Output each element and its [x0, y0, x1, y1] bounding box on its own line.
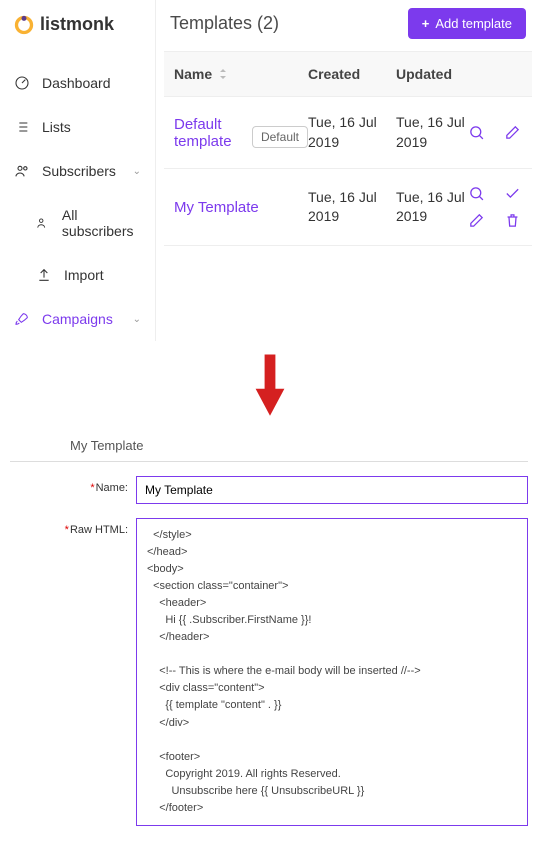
template-name-link[interactable]: My Template	[174, 199, 259, 216]
page-title: Templates (2)	[170, 13, 279, 34]
created-date: Tue, 16 Jul 2019	[308, 113, 396, 152]
sidebar-item-label: All subscribers	[62, 207, 141, 239]
sidebar: listmonk Dashboard Lists Subscribers ⌄	[0, 0, 155, 341]
sidebar-item-lists[interactable]: Lists	[0, 105, 155, 149]
raw-html-label: *Raw HTML:	[62, 518, 128, 536]
sidebar-item-campaigns[interactable]: Campaigns ⌄	[0, 297, 155, 341]
list-icon	[14, 119, 30, 135]
sidebar-item-label: Import	[64, 267, 104, 283]
chevron-icon: ⌄	[133, 314, 141, 325]
name-input[interactable]	[136, 476, 528, 504]
raw-html-textarea[interactable]	[136, 518, 528, 826]
template-name-link[interactable]: Default template	[174, 116, 252, 150]
sidebar-item-subscribers[interactable]: Subscribers ⌄	[0, 149, 155, 193]
sidebar-item-label: Lists	[42, 119, 71, 135]
add-template-button[interactable]: + Add template	[408, 8, 526, 39]
delete-icon[interactable]	[504, 212, 521, 229]
sidebar-item-dashboard[interactable]: Dashboard	[0, 61, 155, 105]
brand-logo: listmonk	[0, 8, 155, 41]
sort-icon	[218, 69, 228, 79]
set-default-icon[interactable]	[504, 185, 521, 202]
upload-icon	[36, 267, 52, 283]
gauge-icon	[14, 75, 30, 91]
plus-icon: +	[422, 16, 430, 31]
created-date: Tue, 16 Jul 2019	[308, 188, 396, 227]
annotation-arrow	[0, 341, 540, 428]
add-button-label: Add template	[435, 16, 512, 31]
edit-icon[interactable]	[468, 212, 485, 229]
preview-icon[interactable]	[468, 124, 485, 141]
people-icon	[36, 215, 50, 231]
sidebar-item-all-subscribers[interactable]: All subscribers	[0, 193, 155, 253]
sidebar-item-label: Campaigns	[42, 311, 113, 327]
sidebar-item-label: Dashboard	[42, 75, 111, 91]
name-label: *Name:	[62, 476, 128, 494]
people-icon	[14, 163, 30, 179]
updated-date: Tue, 16 Jul 2019	[396, 113, 468, 152]
preview-icon[interactable]	[468, 185, 485, 202]
rocket-icon	[14, 311, 30, 327]
edit-icon[interactable]	[504, 124, 521, 141]
editor-title: My Template	[70, 432, 528, 459]
listmonk-icon	[14, 15, 34, 35]
main-content: Templates (2) + Add template Name Create…	[155, 0, 540, 341]
column-name[interactable]: Name	[170, 66, 308, 82]
updated-date: Tue, 16 Jul 2019	[396, 188, 468, 227]
default-badge: Default	[252, 126, 308, 148]
template-editor: My Template *Name: *Raw HTML:	[0, 428, 540, 852]
table-header: Name Created Updated	[164, 51, 532, 97]
chevron-icon: ⌄	[133, 166, 141, 177]
table-row: My Template Tue, 16 Jul 2019 Tue, 16 Jul…	[164, 169, 532, 246]
table-row: Default template Default Tue, 16 Jul 201…	[164, 97, 532, 169]
column-updated[interactable]: Updated	[396, 66, 468, 82]
arrow-down-icon	[252, 351, 288, 421]
sidebar-item-label: Subscribers	[42, 163, 116, 179]
column-created[interactable]: Created	[308, 66, 396, 82]
sidebar-item-import[interactable]: Import	[0, 253, 155, 297]
brand-name: listmonk	[40, 14, 114, 35]
